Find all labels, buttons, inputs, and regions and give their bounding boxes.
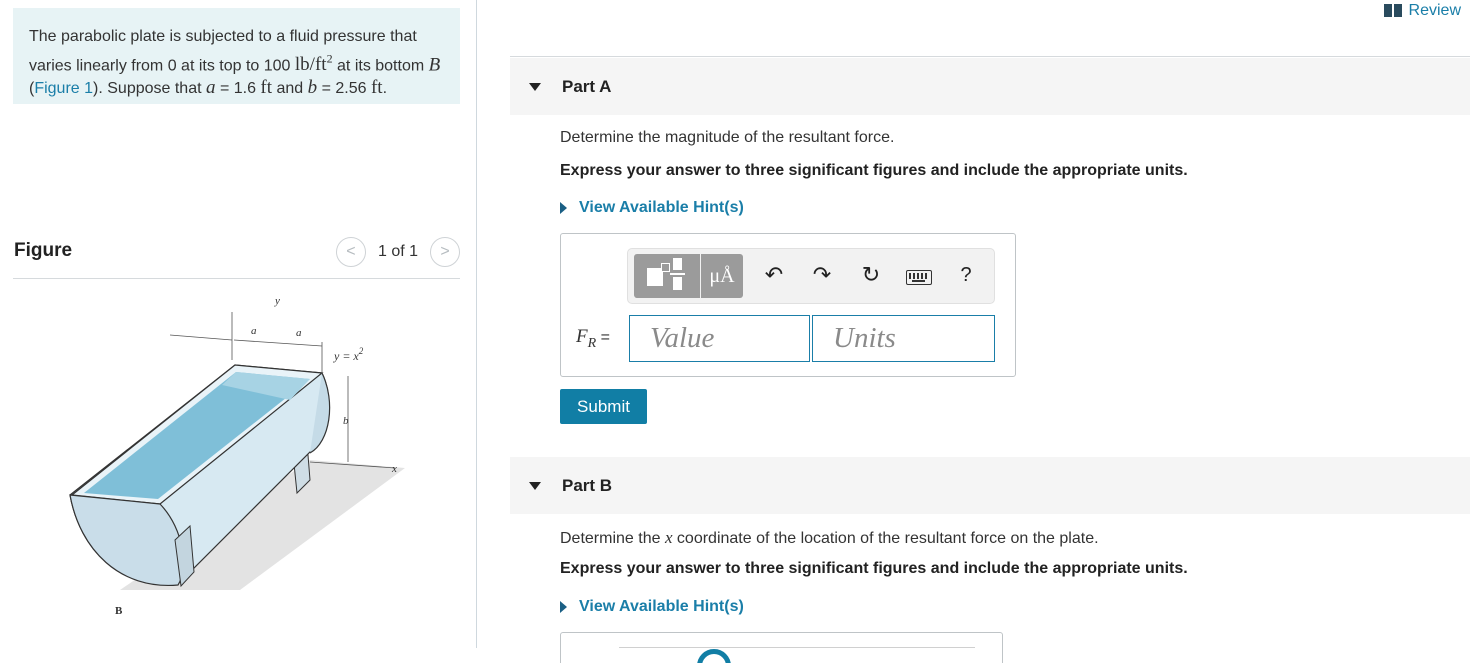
part-a-label: Part A bbox=[562, 76, 612, 96]
answer-box: μÅ ↶ ↷ ↻ ? FR = bbox=[560, 233, 1016, 377]
figure-link[interactable]: Figure 1 bbox=[34, 80, 93, 97]
next-figure-button[interactable]: > bbox=[430, 237, 460, 267]
part-b-header[interactable]: Part B bbox=[510, 457, 1470, 514]
trough-figure: y a a y = x2 b x B bbox=[60, 290, 420, 630]
value-input[interactable] bbox=[629, 315, 810, 362]
figure-pager: < 1 of 1 > bbox=[335, 237, 460, 267]
unit-ft: ft bbox=[370, 77, 383, 99]
point-b-label: B bbox=[115, 605, 123, 617]
template-icon bbox=[647, 263, 670, 286]
figure-counter: 1 of 1 bbox=[377, 243, 418, 260]
divider bbox=[510, 56, 1470, 57]
problem-pane: The parabolic plate is subjected to a fl… bbox=[0, 0, 476, 663]
pressure-units: lb/ft2 bbox=[294, 52, 333, 76]
template-icon-part bbox=[673, 258, 682, 270]
point-b-symbol: B bbox=[428, 54, 441, 76]
var-a: a bbox=[206, 77, 216, 99]
undo-icon[interactable]: ↶ bbox=[760, 261, 788, 289]
answer-variable-label: FR = bbox=[576, 326, 610, 351]
part-a-hint-link[interactable]: View Available Hint(s) bbox=[560, 199, 744, 217]
part-b-instruction: Express your answer to three significant… bbox=[560, 560, 1188, 577]
reset-icon[interactable]: ↻ bbox=[857, 261, 885, 289]
chevron-right-icon: > bbox=[440, 243, 450, 260]
caret-right-icon bbox=[560, 601, 567, 613]
math-toolbar: μÅ ↶ ↷ ↻ ? bbox=[627, 248, 995, 304]
problem-text: at its bottom bbox=[332, 57, 429, 75]
part-b-answer-box bbox=[560, 632, 1003, 663]
redo-icon[interactable]: ↷ bbox=[808, 261, 836, 289]
figure-header: Figure < 1 of 1 > bbox=[13, 237, 460, 279]
part-a-header[interactable]: Part A bbox=[510, 58, 1470, 115]
dim-label-a: a bbox=[296, 327, 302, 339]
help-icon[interactable]: ? bbox=[952, 261, 980, 289]
units-input[interactable] bbox=[812, 315, 995, 362]
problem-statement: The parabolic plate is subjected to a fl… bbox=[13, 8, 460, 104]
toolbar-edge bbox=[619, 647, 975, 648]
book-icon bbox=[1383, 4, 1402, 18]
axis-label-y: y bbox=[274, 295, 280, 307]
review-link[interactable]: Review bbox=[1383, 2, 1461, 20]
review-label: Review bbox=[1408, 2, 1461, 19]
unit-ft: ft bbox=[260, 77, 273, 99]
loading-icon bbox=[697, 649, 731, 663]
units-symbols-button[interactable]: μÅ bbox=[701, 254, 743, 298]
part-b-hint-link[interactable]: View Available Hint(s) bbox=[560, 598, 744, 616]
template-icon-part bbox=[670, 273, 685, 275]
prev-figure-button[interactable]: < bbox=[335, 237, 366, 267]
submit-button[interactable]: Submit bbox=[560, 389, 647, 424]
var-b: b bbox=[307, 77, 318, 99]
caret-down-icon bbox=[529, 82, 541, 91]
part-b-label: Part B bbox=[562, 475, 613, 495]
part-b-question: Determine the x coordinate of the locati… bbox=[560, 528, 1099, 547]
caret-down-icon bbox=[529, 481, 541, 490]
part-a-instruction: Express your answer to three significant… bbox=[560, 162, 1188, 179]
parabolic-trough-illustration: y a a y = x2 b x B bbox=[69, 295, 405, 617]
axis-label-x: x bbox=[391, 463, 397, 475]
dim-label-a: a bbox=[251, 325, 257, 337]
figure-title: Figure bbox=[14, 240, 73, 261]
part-a-question: Determine the magnitude of the resultant… bbox=[560, 129, 895, 146]
template-icon-part bbox=[673, 277, 682, 290]
pane-divider[interactable] bbox=[476, 0, 477, 648]
caret-right-icon bbox=[560, 202, 567, 214]
templates-button[interactable] bbox=[634, 254, 700, 298]
chevron-left-icon: < bbox=[346, 243, 356, 260]
dim-label-b: b bbox=[343, 415, 349, 427]
parabola-equation: y = x2 bbox=[333, 346, 364, 363]
keyboard-icon[interactable] bbox=[906, 270, 932, 285]
